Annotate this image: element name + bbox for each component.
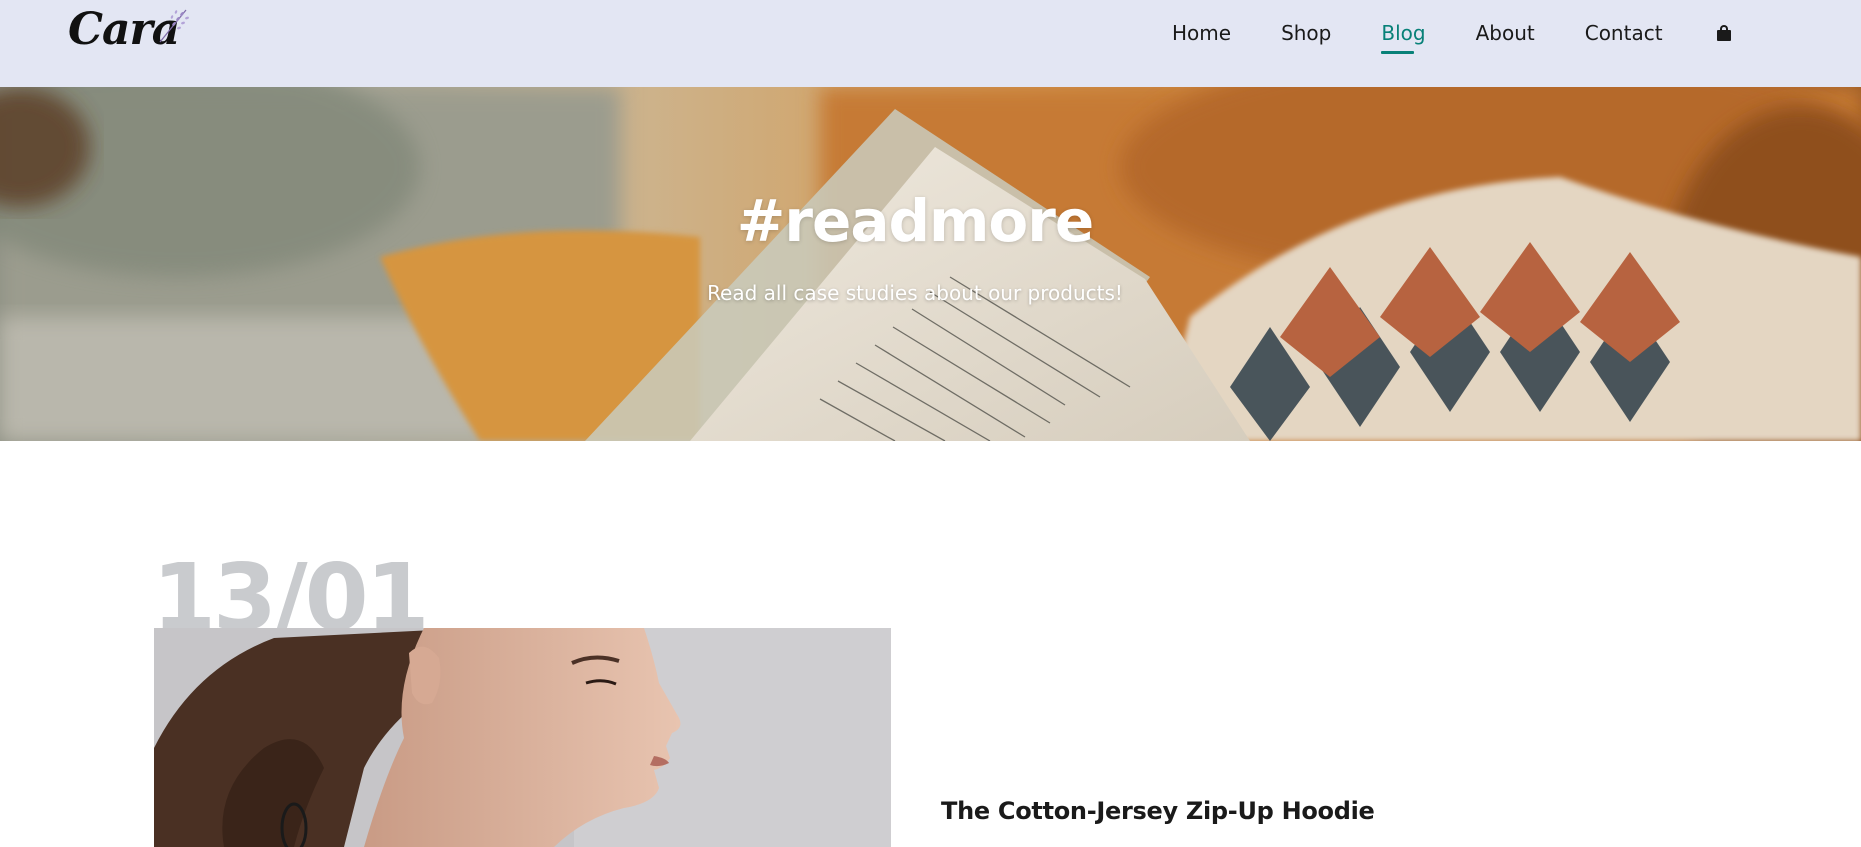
nav-contact[interactable]: Contact: [1585, 17, 1663, 49]
lavender-sprig-icon: [159, 9, 189, 43]
hero-title: #readmore: [736, 187, 1094, 255]
hero-subtitle: Read all case studies about our products…: [707, 281, 1123, 305]
nav-home[interactable]: Home: [1172, 17, 1231, 49]
logo[interactable]: Cara: [68, 2, 193, 57]
woman-portrait-image: [154, 628, 891, 847]
nav-shop[interactable]: Shop: [1281, 17, 1331, 49]
main-nav: Home Shop Blog About Contact: [1172, 17, 1732, 54]
shopping-bag-icon[interactable]: [1716, 24, 1732, 42]
nav-blog[interactable]: Blog: [1381, 17, 1426, 54]
post-title[interactable]: The Cotton-Jersey Zip-Up Hoodie: [941, 797, 1375, 825]
site-header: Cara Home Shop Blog About Contact: [0, 0, 1861, 87]
hero-banner: #readmore Read all case studies about ou…: [0, 87, 1861, 441]
nav-about[interactable]: About: [1476, 17, 1535, 49]
post-image[interactable]: [154, 628, 891, 847]
hero-background-image: [0, 87, 1861, 441]
